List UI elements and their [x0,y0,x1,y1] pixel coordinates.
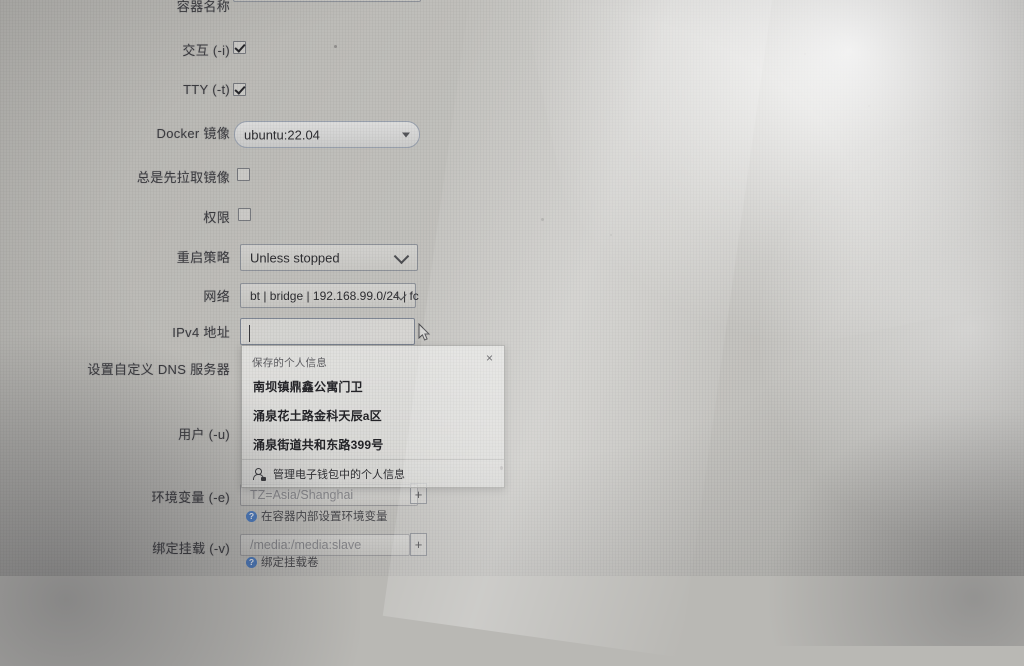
photographed-screen: 容器名称 交互 (-i) TTY (-t) Docker 镜像 ubuntu:2… [0,0,1024,666]
label-privileged: 权限 [203,210,230,225]
autofill-item[interactable]: 涌泉花土路金科天辰a区 [253,407,382,424]
help-icon: ? [246,556,257,568]
checkbox-always-pull[interactable] [237,168,250,181]
label-user: 用户 (-u) [178,427,230,442]
combobox-docker-image[interactable]: ubuntu:22.04 [234,121,420,148]
manage-wallet-info-label: 管理电子钱包中的个人信息 [273,469,405,481]
docker-container-form: 容器名称 交互 (-i) TTY (-t) Docker 镜像 ubuntu:2… [0,0,470,576]
label-custom-dns: 设置自定义 DNS 服务器 [87,362,230,377]
input-env-vars-placeholder: TZ=Asia/Shanghai [250,488,354,502]
label-ipv4-address: IPv4 地址 [172,325,230,340]
label-network: 网络 [203,289,230,304]
checkbox-privileged[interactable] [238,208,251,221]
chevron-down-icon [393,248,410,264]
input-bind-mounts-placeholder: /media:/media:slave [250,538,362,552]
screen-speck [541,218,544,221]
close-icon[interactable]: × [482,351,497,366]
screen-speck [610,234,612,236]
autofill-popup-header: 保存的个人信息 [252,357,327,369]
chevron-down-icon [402,132,410,137]
person-card-icon [253,467,266,481]
select-network-value: bt | bridge | 192.168.99.0/24 | fc [250,288,419,303]
label-container-name: 容器名称 [176,0,230,14]
input-bind-mounts[interactable]: /media:/media:slave [240,534,410,556]
mouse-cursor [418,323,431,342]
label-tty: TTY (-t) [183,82,230,97]
screen-speck [804,53,806,55]
label-bind-mounts: 绑定挂载 (-v) [152,541,230,556]
screen-speck [868,105,870,107]
hint-env-vars-text: 在容器内部设置环境变量 [261,511,388,523]
checkbox-interactive[interactable] [233,41,246,54]
autofill-item[interactable]: 涌泉街道共和东路399号 [253,436,383,453]
add-bind-mount-button[interactable]: + [410,533,427,556]
combobox-docker-image-value: ubuntu:22.04 [244,127,320,142]
hint-env-vars: ? 在容器内部设置环境变量 [246,508,388,524]
hint-bind-mounts-text: 绑定挂载卷 [261,557,319,569]
label-env-vars: 环境变量 (-e) [151,490,230,505]
checkbox-tty[interactable] [233,83,246,96]
select-network[interactable]: bt | bridge | 192.168.99.0/24 | fc [240,283,419,308]
input-container-name[interactable] [233,0,421,2]
label-restart-policy: 重启策略 [176,250,230,265]
label-docker-image: Docker 镜像 [156,126,230,141]
manage-wallet-info-link[interactable]: 管理电子钱包中的个人信息 [253,466,405,482]
input-ipv4-address[interactable] [240,318,415,345]
help-icon: ? [246,510,257,522]
select-restart-policy[interactable]: Unless stopped [240,244,418,271]
container-create-form-page: 容器名称 交互 (-i) TTY (-t) Docker 镜像 ubuntu:2… [0,0,1024,576]
select-restart-policy-value: Unless stopped [250,250,340,265]
hint-bind-mounts: ? 绑定挂载卷 [246,554,319,570]
autofill-item[interactable]: 南坝镇鼎鑫公寓门卫 [253,378,363,395]
divider [242,459,504,460]
autofill-popup[interactable]: 保存的个人信息 × 南坝镇鼎鑫公寓门卫 涌泉花土路金科天辰a区 涌泉街道共和东路… [241,345,505,488]
label-always-pull: 总是先拉取镜像 [136,170,230,185]
text-caret [249,325,250,342]
label-interactive: 交互 (-i) [182,43,230,58]
